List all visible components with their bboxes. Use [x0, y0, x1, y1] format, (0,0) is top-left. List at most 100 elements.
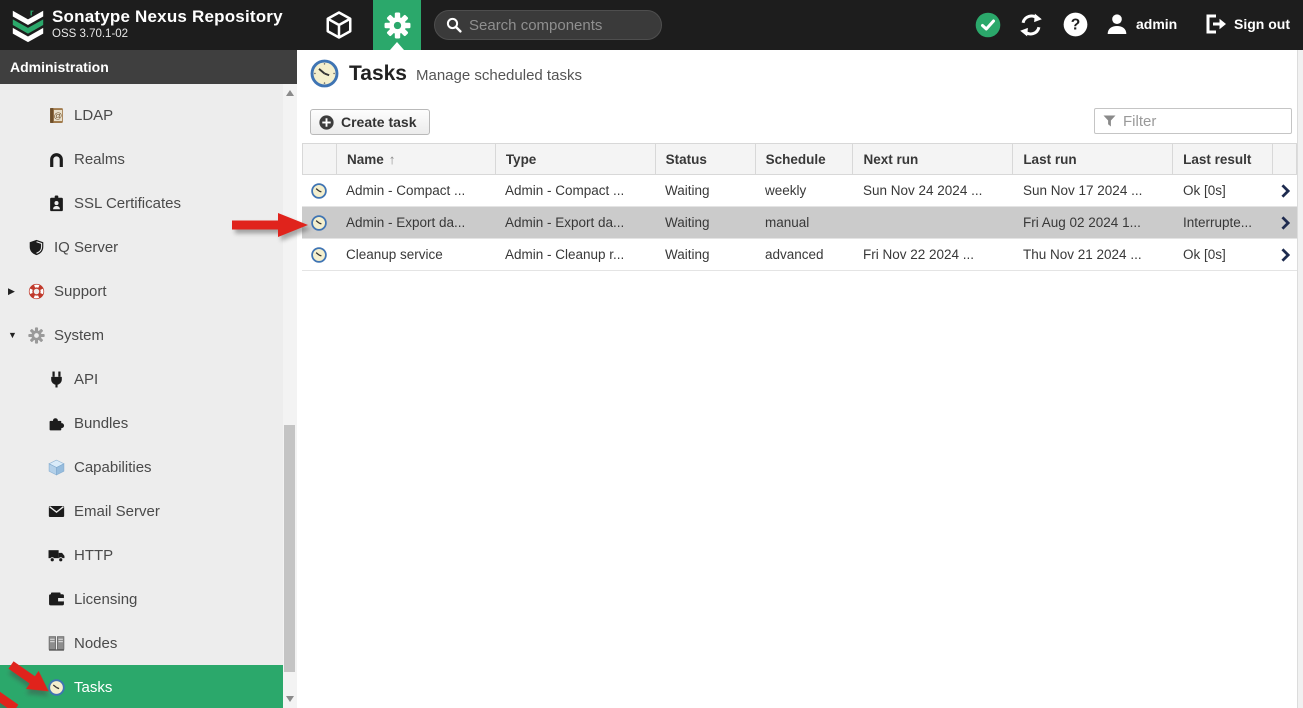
- page-subtitle: Manage scheduled tasks: [416, 64, 582, 84]
- task-last-run: Thu Nov 21 2024 ...: [1013, 239, 1173, 270]
- help-icon: ?: [1063, 12, 1088, 37]
- column-header-last-result[interactable]: Last result: [1173, 144, 1273, 174]
- sort-ascending-icon: ↑: [389, 152, 396, 167]
- sidebar-item-label: Tasks: [74, 679, 112, 696]
- column-header-schedule[interactable]: Schedule: [756, 144, 854, 174]
- svg-text:@: @: [54, 110, 63, 120]
- collapse-arrow-icon[interactable]: ▶: [8, 286, 27, 297]
- row-clock-icon: [302, 175, 336, 206]
- task-schedule: weekly: [755, 175, 853, 206]
- task-last-result: Interrupte...: [1173, 207, 1273, 238]
- sidebar-item-label: API: [74, 371, 98, 388]
- help-button[interactable]: ?: [1063, 12, 1088, 37]
- plus-circle-icon: [319, 115, 334, 130]
- user-name-label: admin: [1136, 16, 1177, 32]
- scroll-up-arrow-icon[interactable]: [286, 90, 294, 96]
- sidebar-item-system[interactable]: ▼ System: [0, 313, 283, 357]
- task-last-result: Ok [0s]: [1173, 239, 1273, 270]
- gear-icon: [27, 326, 46, 344]
- sidebar-item-ldap[interactable]: @ LDAP: [0, 93, 283, 137]
- chevron-column-header: [1273, 144, 1297, 174]
- address-book-icon: @: [47, 106, 66, 124]
- task-type: Admin - Cleanup r...: [495, 239, 655, 270]
- sidebar-item-bundles[interactable]: Bundles: [0, 401, 283, 445]
- table-row[interactable]: Cleanup service Admin - Cleanup r... Wai…: [302, 239, 1297, 271]
- sidebar-item-licensing[interactable]: Licensing: [0, 577, 283, 621]
- task-next-run: Sun Nov 24 2024 ...: [853, 175, 1013, 206]
- column-header-type[interactable]: Type: [496, 144, 656, 174]
- scroll-down-arrow-icon[interactable]: [286, 696, 294, 702]
- sonatype-logo-icon: r: [9, 7, 47, 45]
- health-status-button[interactable]: [975, 12, 1001, 38]
- refresh-icon: [1019, 13, 1043, 37]
- row-chevron-icon[interactable]: [1273, 239, 1297, 270]
- admin-mode-button[interactable]: [373, 0, 421, 50]
- sign-out-label: Sign out: [1234, 16, 1290, 32]
- task-type: Admin - Export da...: [495, 207, 655, 238]
- main-scrollbar-track[interactable]: [1297, 50, 1303, 708]
- puzzle-icon: [47, 414, 66, 432]
- row-chevron-icon[interactable]: [1273, 175, 1297, 206]
- sidebar-item-iq-server[interactable]: IQ Server: [0, 225, 283, 269]
- sidebar-item-label: System: [54, 327, 104, 344]
- expand-arrow-icon[interactable]: ▼: [8, 330, 27, 340]
- sidebar-item-email-server[interactable]: Email Server: [0, 489, 283, 533]
- sidebar-item-label: IQ Server: [54, 239, 118, 256]
- filter-field: [1094, 108, 1292, 134]
- app-title-block: Sonatype Nexus Repository OSS 3.70.1-02: [52, 6, 283, 41]
- column-header-next-run[interactable]: Next run: [853, 144, 1013, 174]
- create-task-button[interactable]: Create task: [310, 109, 430, 135]
- realms-arch-icon: [47, 150, 66, 168]
- svg-text:?: ?: [1071, 17, 1081, 34]
- sidebar-item-label: Bundles: [74, 415, 128, 432]
- user-menu-button[interactable]: admin: [1105, 12, 1177, 36]
- task-type: Admin - Compact ...: [495, 175, 655, 206]
- column-header-status[interactable]: Status: [656, 144, 756, 174]
- table-row[interactable]: Admin - Export da... Admin - Export da..…: [302, 207, 1297, 239]
- health-check-icon: [975, 12, 1001, 38]
- column-header-name[interactable]: Name ↑: [337, 144, 496, 174]
- sign-out-button[interactable]: Sign out: [1203, 12, 1290, 36]
- sidebar-item-label: Support: [54, 283, 107, 300]
- sidebar-item-api[interactable]: API: [0, 357, 283, 401]
- cube-icon: [47, 458, 66, 476]
- sidebar-section-title: Administration: [0, 50, 297, 84]
- tasks-table: Name ↑ Type Status Schedule Next run Las…: [302, 143, 1297, 271]
- svg-text:r: r: [30, 8, 34, 19]
- task-status: Waiting: [655, 175, 755, 206]
- task-last-run: Fri Aug 02 2024 1...: [1013, 207, 1173, 238]
- sidebar-item-nodes[interactable]: Nodes: [0, 621, 283, 665]
- sidebar-item-capabilities[interactable]: Capabilities: [0, 445, 283, 489]
- page-header: Tasks Manage scheduled tasks: [310, 59, 582, 88]
- row-chevron-icon[interactable]: [1273, 207, 1297, 238]
- user-icon: [1105, 12, 1129, 36]
- sidebar-item-label: SSL Certificates: [74, 195, 181, 212]
- task-next-run: [853, 207, 1013, 238]
- id-badge-icon: [47, 194, 66, 212]
- gear-icon: [384, 12, 411, 39]
- create-task-label: Create task: [341, 114, 417, 130]
- nexus-repository-window: r Sonatype Nexus Repository OSS 3.70.1-0…: [0, 0, 1303, 708]
- sidebar-item-support[interactable]: ▶ Support: [0, 269, 283, 313]
- clock-icon: [47, 678, 66, 696]
- column-header-last-run[interactable]: Last run: [1013, 144, 1173, 174]
- sidebar-item-ssl-certificates[interactable]: SSL Certificates: [0, 181, 283, 225]
- tasks-clock-icon: [310, 59, 339, 88]
- task-schedule: advanced: [755, 239, 853, 270]
- sidebar-item-tasks[interactable]: Tasks: [0, 665, 283, 708]
- search-icon: [446, 17, 462, 33]
- sign-out-icon: [1203, 12, 1227, 36]
- sidebar-item-http[interactable]: HTTP: [0, 533, 283, 577]
- app-version: OSS 3.70.1-02: [52, 27, 283, 41]
- sidebar-item-realms[interactable]: Realms: [0, 137, 283, 181]
- refresh-button[interactable]: [1019, 13, 1043, 37]
- browse-mode-button[interactable]: [316, 0, 362, 50]
- row-clock-icon: [302, 207, 336, 238]
- search-input[interactable]: [469, 17, 649, 34]
- filter-input[interactable]: [1123, 113, 1273, 130]
- row-clock-icon: [302, 239, 336, 270]
- sidebar-item-label: Realms: [74, 151, 125, 168]
- sidebar-scrollbar[interactable]: [283, 84, 297, 708]
- table-row[interactable]: Admin - Compact ... Admin - Compact ... …: [302, 175, 1297, 207]
- sidebar-scrollbar-thumb[interactable]: [284, 425, 295, 672]
